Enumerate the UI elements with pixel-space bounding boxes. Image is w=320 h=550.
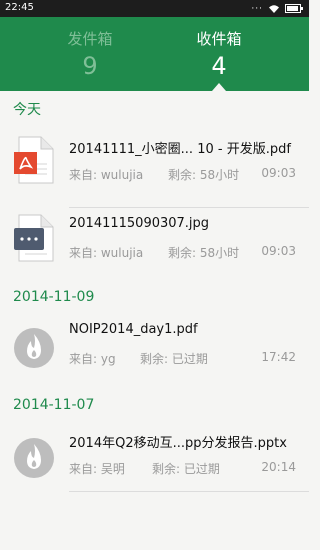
dots-icon: ··· — [251, 3, 263, 14]
inbox-header: 发件箱 9 收件箱 4 — [0, 17, 309, 91]
section-title-date: 2014-11-09 — [13, 289, 95, 305]
file-sender: 来自: 吴明 — [69, 462, 125, 476]
tab-received-count: 4 — [211, 52, 227, 80]
file-time: 09:03 — [261, 166, 296, 180]
tab-sent-label: 发件箱 — [67, 30, 113, 48]
section-title-today: 今天 — [13, 102, 41, 118]
tab-received-label: 收件箱 — [196, 30, 242, 48]
file-time: 17:42 — [261, 350, 296, 364]
file-time: 20:14 — [261, 460, 296, 474]
file-sender: 来自: wulujia — [69, 168, 144, 182]
file-remaining: 剩余: 58小时 — [168, 168, 240, 182]
tab-sent-count: 9 — [82, 52, 98, 80]
file-sender: 来自: wulujia — [69, 246, 144, 260]
status-bar: 22:45 ··· — [0, 0, 309, 17]
file-name: 2014年Q2移动互...pp分发报告.pptx — [69, 436, 287, 451]
image-file-icon — [14, 214, 54, 262]
tab-sent[interactable]: 发件箱 9 — [30, 29, 150, 81]
file-item[interactable]: NOIP2014_day1.pdf 来自: yg 剩余: 已过期 17:42 — [0, 314, 309, 392]
active-tab-indicator — [212, 83, 226, 91]
status-icons: ··· — [251, 3, 303, 14]
wifi-icon — [269, 4, 279, 13]
file-item[interactable]: 20141115090307.jpg 来自: wulujia 剩余: 58小时 … — [0, 208, 309, 286]
battery-icon — [285, 4, 303, 13]
file-remaining: 剩余: 已过期 — [152, 462, 220, 476]
pdf-file-icon — [14, 136, 54, 184]
section-title-date: 2014-11-07 — [13, 397, 95, 413]
file-time: 09:03 — [261, 244, 296, 258]
expired-fire-icon — [14, 438, 54, 478]
file-remaining: 剩余: 已过期 — [140, 352, 208, 366]
file-item[interactable]: 20141111_小密圈... 10 - 开发版.pdf 来自: wulujia… — [0, 130, 309, 208]
expired-fire-icon — [14, 328, 54, 368]
tab-received[interactable]: 收件箱 4 — [159, 29, 279, 81]
divider — [69, 491, 309, 492]
file-item[interactable]: 2014年Q2移动互...pp分发报告.pptx 来自: 吴明 剩余: 已过期 … — [0, 424, 309, 502]
file-name: 20141115090307.jpg — [69, 216, 210, 231]
file-name: NOIP2014_day1.pdf — [69, 322, 198, 337]
file-sender: 来自: yg — [69, 352, 116, 366]
status-time: 22:45 — [5, 2, 34, 13]
file-name: 20141111_小密圈... 10 - 开发版.pdf — [69, 142, 291, 157]
file-remaining: 剩余: 58小时 — [168, 246, 240, 260]
